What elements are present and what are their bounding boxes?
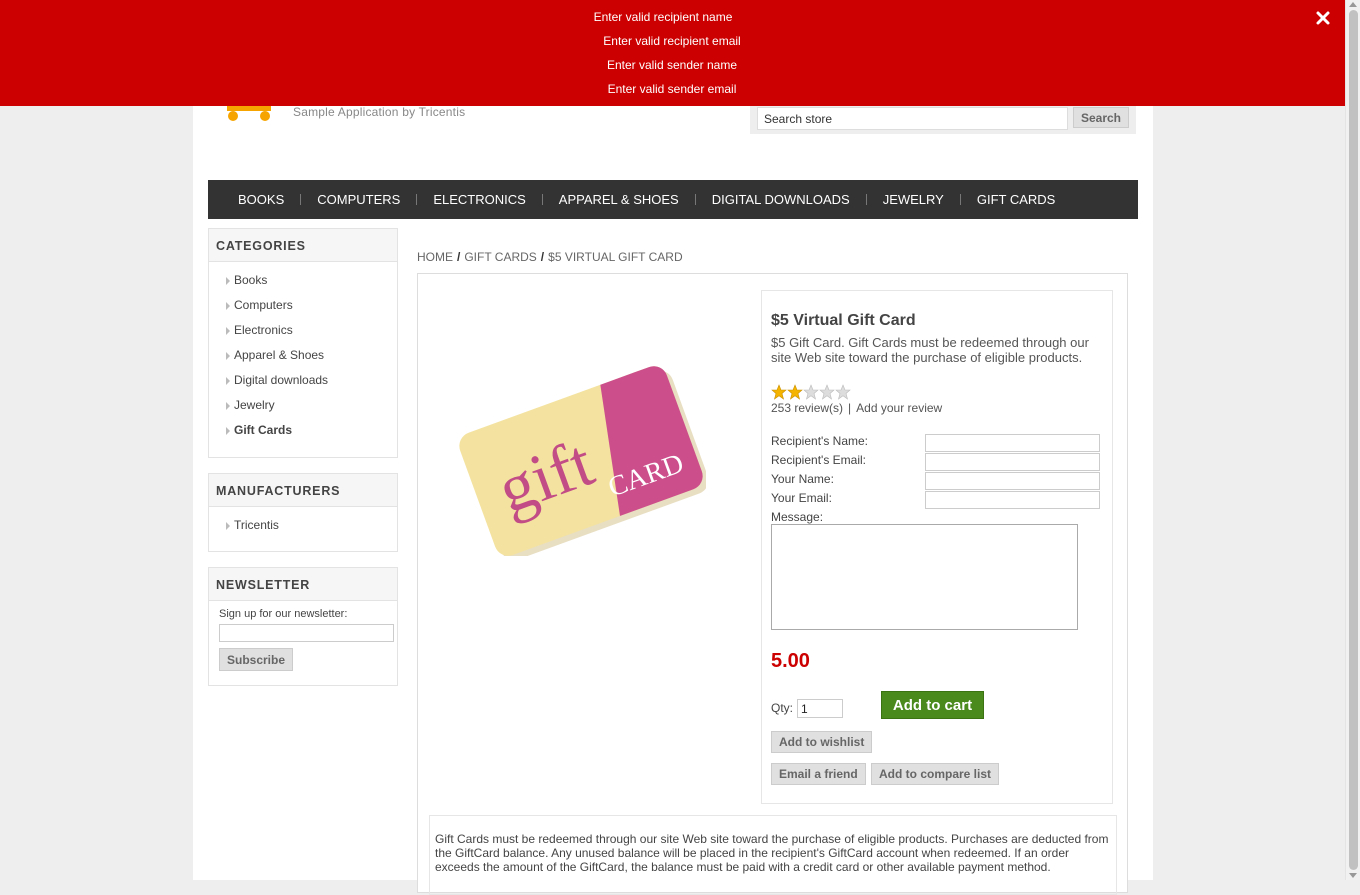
arrow-right-icon [226,522,230,530]
message-label: Message: [771,510,824,524]
breadcrumb: HOME / GIFT CARDS / $5 VIRTUAL GIFT CARD [417,250,683,264]
star-filled-icon [771,384,787,400]
notification-message: Enter valid recipient email [603,34,741,48]
recipient-name-label: Recipient's Name: [771,434,868,448]
product-short-description: $5 Gift Card. Gift Cards must be redeeme… [771,335,1089,365]
sender-name-label: Your Name: [771,472,834,486]
search-input[interactable] [757,107,1068,130]
breadcrumb-home[interactable]: HOME [417,250,453,264]
breadcrumb-separator: / [457,250,461,264]
menu-item-digital-downloads[interactable]: DIGITAL DOWNLOADS [696,192,866,207]
qty-input[interactable] [797,699,843,718]
subscribe-button[interactable]: Subscribe [219,648,293,671]
sender-email-input[interactable] [925,491,1100,509]
category-label: Gift Cards [234,423,293,437]
qty-label: Qty: [771,701,794,715]
category-item-digital-downloads[interactable]: Digital downloads [209,368,397,393]
notification-message: Enter valid sender name [606,58,738,72]
menu-item-jewelry[interactable]: JEWELRY [867,192,960,207]
reviews-link[interactable]: 253 review(s) [771,401,843,415]
arrow-right-icon [226,327,230,335]
sender-email-label: Your Email: [771,491,832,505]
product-overview: $5 Virtual Gift Card $5 Gift Card. Gift … [761,290,1113,804]
add-to-wishlist-button[interactable]: Add to wishlist [771,731,873,753]
vertical-scrollbar[interactable] [1345,0,1360,880]
search-box: Search [750,102,1136,134]
menu-item-books[interactable]: BOOKS [222,192,300,207]
notification-message: Enter valid recipient name [593,10,733,24]
newsletter-label: Sign up for our newsletter: [219,608,348,620]
recipient-name-input[interactable] [925,434,1100,452]
newsletter-block: NEWSLETTER Sign up for our newsletter: S… [208,567,398,686]
manufacturers-block: MANUFACTURERS Tricentis [208,473,398,552]
top-menu: BOOKS COMPUTERS ELECTRONICS APPAREL & SH… [208,180,1138,219]
category-item-electronics[interactable]: Electronics [209,318,397,343]
newsletter-title: NEWSLETTER [209,568,397,601]
email-friend-button[interactable]: Email a friend [771,763,866,785]
menu-item-computers[interactable]: COMPUTERS [301,192,416,207]
logo-subtitle: Sample Application by Tricentis [293,105,466,119]
star-empty-icon [803,384,819,400]
arrow-right-icon [226,302,230,310]
category-label: Apparel & Shoes [234,348,325,362]
breadcrumb-gift-cards[interactable]: GIFT CARDS [464,250,536,264]
category-label: Books [234,273,268,287]
product-price: 5.00 [771,650,810,672]
recipient-email-input[interactable] [925,453,1100,471]
manufacturers-title: MANUFACTURERS [209,474,397,507]
gift-card-image: gift CARD [456,362,709,561]
category-label: Jewelry [234,398,275,412]
categories-title: CATEGORIES [209,229,397,262]
arrow-right-icon [226,402,230,410]
newsletter-email-input[interactable] [219,624,394,642]
menu-item-gift-cards[interactable]: GIFT CARDS [961,192,1072,207]
add-to-compare-button[interactable]: Add to compare list [871,763,1000,785]
category-item-gift-cards[interactable]: Gift Cards [209,418,397,443]
menu-item-electronics[interactable]: ELECTRONICS [417,192,541,207]
manufacturers-list: Tricentis [209,507,397,542]
arrow-right-icon [226,427,230,435]
full-description: Gift Cards must be redeemed through our … [429,815,1117,895]
category-label: Computers [234,298,293,312]
product-picture[interactable]: gift CARD [456,356,709,561]
rating-stars [771,384,851,400]
category-label: Electronics [234,323,293,337]
star-empty-icon [835,384,851,400]
add-review-link[interactable]: Add your review [856,401,942,415]
scrollbar-thumb[interactable] [1349,10,1358,870]
message-textarea[interactable] [771,524,1078,630]
arrow-right-icon [226,352,230,360]
category-item-apparel-shoes[interactable]: Apparel & Shoes [209,343,397,368]
star-filled-icon [787,384,803,400]
breadcrumb-separator: / [540,250,545,264]
category-item-jewelry[interactable]: Jewelry [209,393,397,418]
notification-bar: Enter valid recipient name Enter valid r… [0,0,1345,106]
breadcrumb-current: $5 VIRTUAL GIFT CARD [548,250,683,264]
product-details: gift CARD $5 Virtual Gift Card $5 Gift C… [417,273,1128,895]
review-separator: | [848,401,852,415]
menu-item-apparel-shoes[interactable]: APPAREL & SHOES [543,192,695,207]
product-name: $5 Virtual Gift Card [771,312,916,329]
arrow-right-icon [226,377,230,385]
search-button[interactable]: Search [1073,107,1129,128]
close-icon[interactable] [1315,10,1331,26]
category-item-books[interactable]: Books [209,268,397,293]
arrow-right-icon [226,277,230,285]
category-item-computers[interactable]: Computers [209,293,397,318]
manufacturer-label: Tricentis [234,518,279,532]
notification-message: Enter valid sender email [607,82,737,96]
scroll-down-arrow-icon[interactable] [1349,873,1357,878]
category-label: Digital downloads [234,373,329,387]
page-container: Sample Application by Tricentis Search B… [193,0,1153,895]
manufacturer-item-tricentis[interactable]: Tricentis [209,513,397,538]
review-links: 253 review(s) | Add your review [771,401,942,415]
sender-name-input[interactable] [925,472,1100,490]
recipient-email-label: Recipient's Email: [771,453,866,467]
scroll-up-arrow-icon[interactable] [1349,2,1357,7]
add-to-cart-button[interactable]: Add to cart [881,691,984,719]
categories-list: Books Computers Electronics Apparel & Sh… [209,262,397,447]
star-empty-icon [819,384,835,400]
categories-block: CATEGORIES Books Computers Electronics A… [208,228,398,458]
